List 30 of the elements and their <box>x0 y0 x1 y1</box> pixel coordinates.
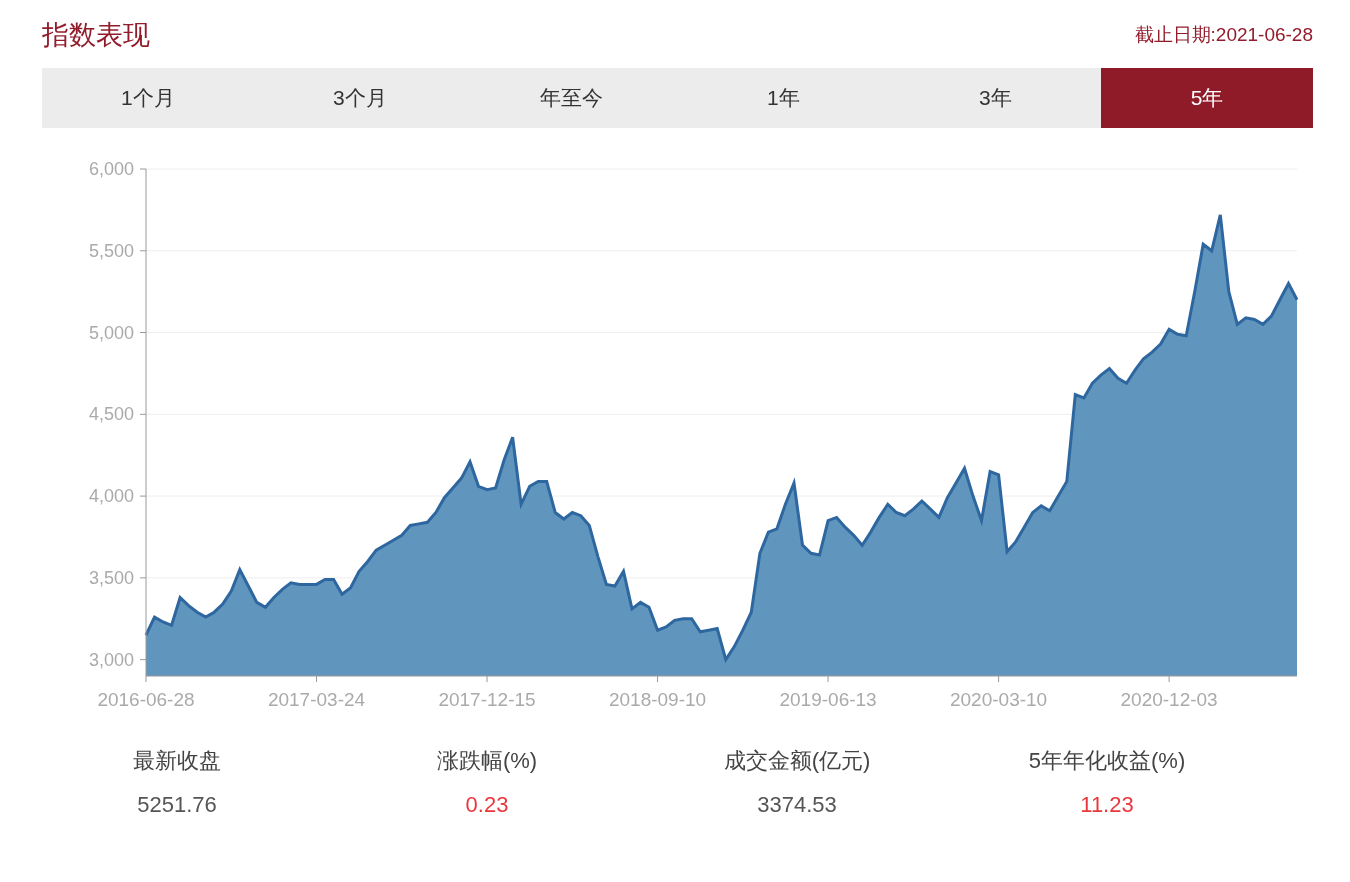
period-tab[interactable]: 5年 <box>1101 68 1313 128</box>
stat-value: 11.23 <box>1080 792 1134 818</box>
stat-label: 最新收盘 <box>133 747 221 775</box>
axis-label: 2018-09-10 <box>608 689 707 710</box>
axis-label: 2016-06-28 <box>97 689 195 710</box>
period-tab[interactable]: 3个月 <box>253 68 466 128</box>
axis-label: 2020-12-03 <box>1120 689 1218 710</box>
stat-value: 5251.76 <box>137 792 217 818</box>
section-title: 指数表现 <box>42 19 150 52</box>
stat-label: 成交金额(亿元) <box>723 747 871 775</box>
axis-label: 3,500 <box>88 567 134 588</box>
stat-value: 3374.53 <box>757 792 837 818</box>
period-tab[interactable]: 3年 <box>889 68 1102 128</box>
axis-label: 2020-03-10 <box>950 689 1048 710</box>
as-of-date: 截止日期:2021-06-28 <box>1134 23 1313 47</box>
stat-value: 0.23 <box>465 792 509 818</box>
axis-label: 6,000 <box>88 159 134 179</box>
axis-label: 5,000 <box>88 322 134 343</box>
stat-label: 涨跌幅(%) <box>436 747 538 775</box>
axis-label: 4,500 <box>88 404 134 425</box>
axis-label: 3,000 <box>88 649 134 670</box>
axis-label: 2017-12-15 <box>438 689 536 710</box>
period-tab[interactable]: 1个月 <box>42 68 254 128</box>
axis-label: 2017-03-24 <box>267 689 366 710</box>
axis-label: 4,000 <box>88 486 134 507</box>
period-tab[interactable]: 年至今 <box>465 68 678 128</box>
period-tab[interactable]: 1年 <box>677 68 890 128</box>
axis-label: 2019-06-13 <box>779 689 877 710</box>
stat-label: 5年年化收益(%) <box>1028 747 1186 775</box>
axis-label: 5,500 <box>88 240 134 261</box>
